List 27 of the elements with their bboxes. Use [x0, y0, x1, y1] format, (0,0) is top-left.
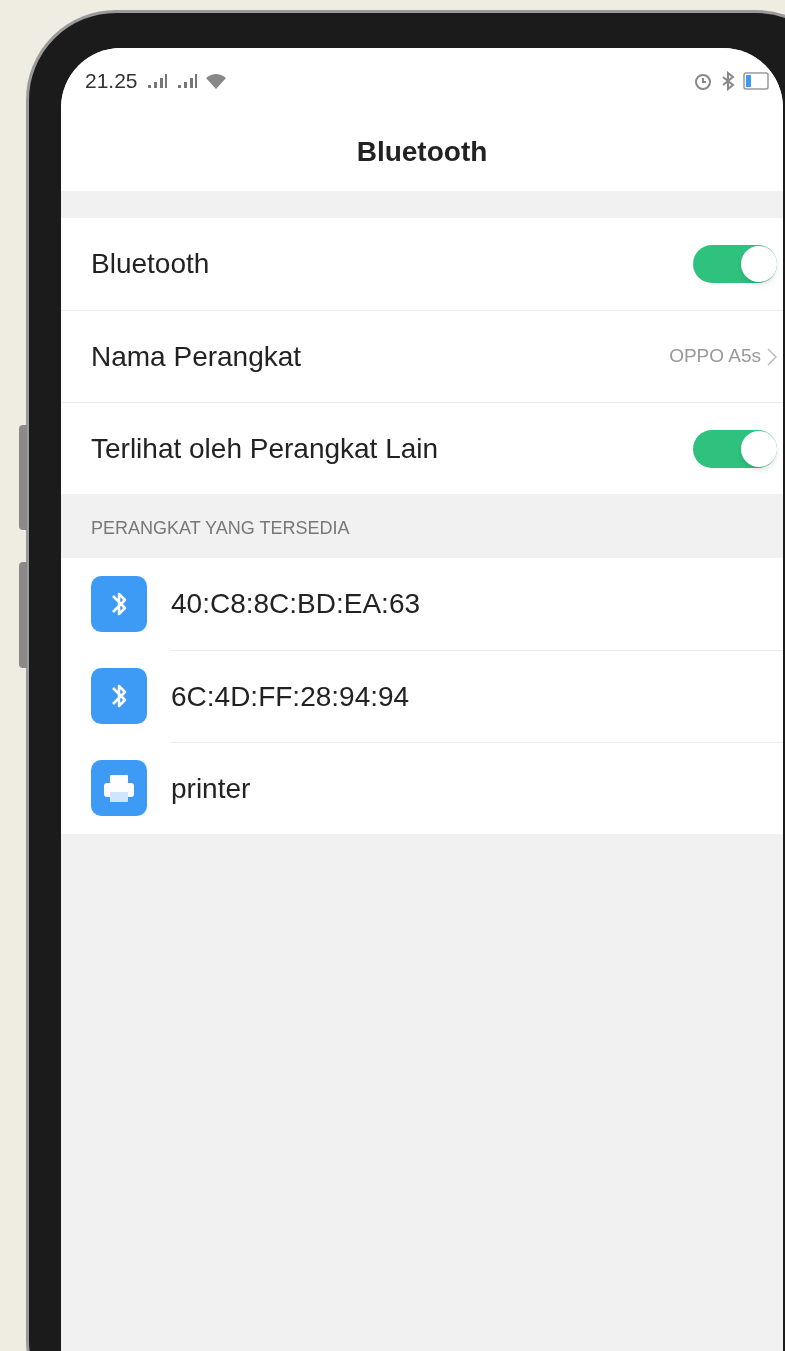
setting-label: Terlihat oleh Perangkat Lain	[91, 431, 439, 466]
battery-icon	[743, 71, 769, 90]
wifi-icon	[205, 72, 226, 89]
toggle-switch[interactable]	[693, 245, 777, 283]
settings-row[interactable]: Bluetooth	[61, 218, 783, 310]
settings-row[interactable]: Nama Perangkat OPPO A5s	[61, 310, 783, 402]
device-name: 40:C8:8C:BD:EA:63	[171, 587, 421, 621]
device-row[interactable]: 6C:4D:FF:28:94:94	[61, 650, 783, 742]
bluetooth-status-icon	[721, 70, 735, 91]
device-row[interactable]: 40:C8:8C:BD:EA:63	[61, 558, 783, 650]
device-name: printer	[171, 771, 251, 806]
page-title: Bluetooth	[356, 135, 488, 169]
setting-label: Bluetooth	[91, 247, 210, 281]
bluetooth-icon	[91, 576, 147, 632]
setting-label: Nama Perangkat	[91, 339, 302, 374]
device-row[interactable]: printer	[61, 742, 783, 834]
signal-icon	[145, 73, 168, 88]
device-name-value: OPPO A5s	[669, 344, 761, 369]
toggle-switch[interactable]	[693, 429, 777, 468]
status-time: 21.25	[85, 67, 138, 94]
printer-icon	[91, 760, 147, 816]
settings-row[interactable]: Terlihat oleh Perangkat Lain	[61, 402, 783, 494]
signal-icon	[175, 73, 198, 88]
chevron-right-icon	[767, 347, 777, 366]
bluetooth-icon	[91, 668, 147, 724]
section-header: PERANGKAT YANG TERSEDIA	[91, 516, 350, 540]
device-name: 6C:4D:FF:28:94:94	[171, 679, 410, 714]
